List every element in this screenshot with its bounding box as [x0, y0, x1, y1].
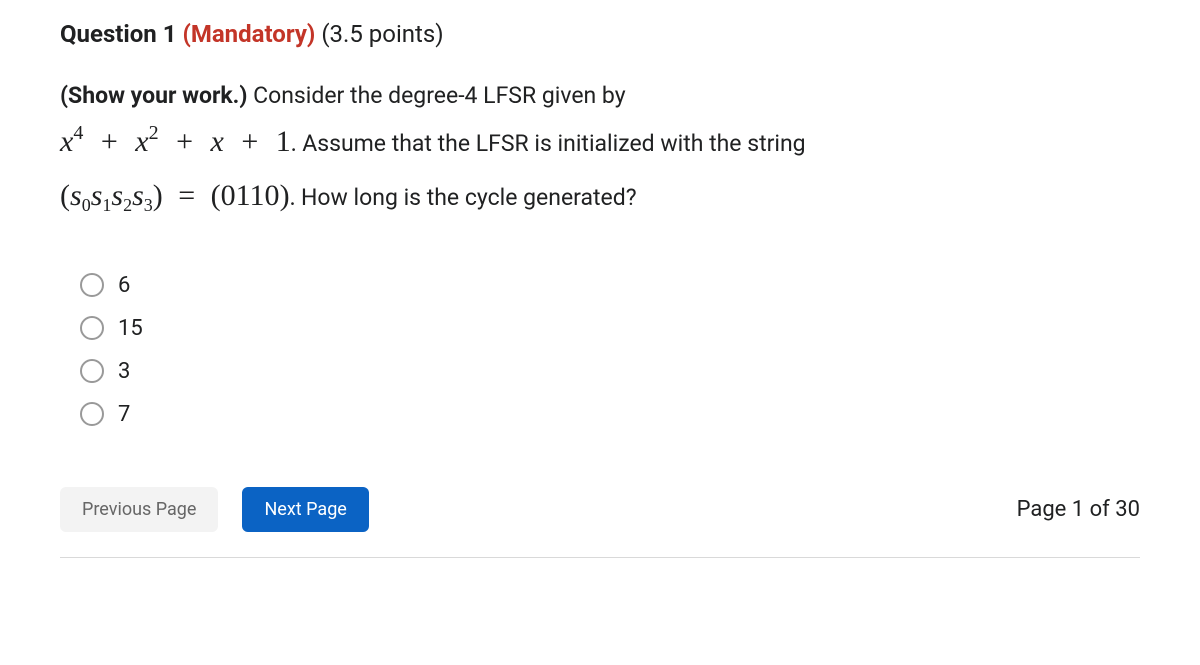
- question-body: (Show your work.) Consider the degree-4 …: [60, 78, 1140, 223]
- radio-icon: [80, 273, 104, 297]
- question-header: Question 1 (Mandatory) (3.5 points): [60, 20, 1140, 48]
- radio-icon: [80, 316, 104, 340]
- how-long-text: How long is the cycle generated?: [295, 184, 636, 211]
- points-label: (3.5 points): [321, 20, 443, 48]
- show-work-label: (Show your work.): [60, 82, 247, 109]
- option-label: 3: [118, 359, 130, 384]
- page-indicator: Page 1 of 30: [1017, 497, 1140, 522]
- math-state: (s0s1s2s3) = (0110). How long is the cyc…: [60, 169, 1140, 223]
- nav-row: Previous Page Next Page Page 1 of 30: [60, 487, 1140, 558]
- option-7[interactable]: 7: [80, 402, 1140, 427]
- option-label: 15: [118, 316, 143, 341]
- option-6[interactable]: 6: [80, 273, 1140, 298]
- option-3[interactable]: 3: [80, 359, 1140, 384]
- options-group: 6 15 3 7: [60, 273, 1140, 427]
- assume-text: Assume that the LFSR is initialized with…: [297, 130, 806, 157]
- next-page-button[interactable]: Next Page: [242, 487, 368, 532]
- math-polynomial: x4 + x2 + x + 1. Assume that the LFSR is…: [60, 115, 1140, 169]
- option-15[interactable]: 15: [80, 316, 1140, 341]
- radio-icon: [80, 402, 104, 426]
- mandatory-label: (Mandatory): [182, 20, 315, 48]
- intro-text: Consider the degree-4 LFSR given by: [247, 82, 625, 109]
- question-number: Question 1: [60, 20, 176, 48]
- option-label: 7: [118, 402, 130, 427]
- radio-icon: [80, 359, 104, 383]
- option-label: 6: [118, 273, 130, 298]
- previous-page-button[interactable]: Previous Page: [60, 487, 218, 532]
